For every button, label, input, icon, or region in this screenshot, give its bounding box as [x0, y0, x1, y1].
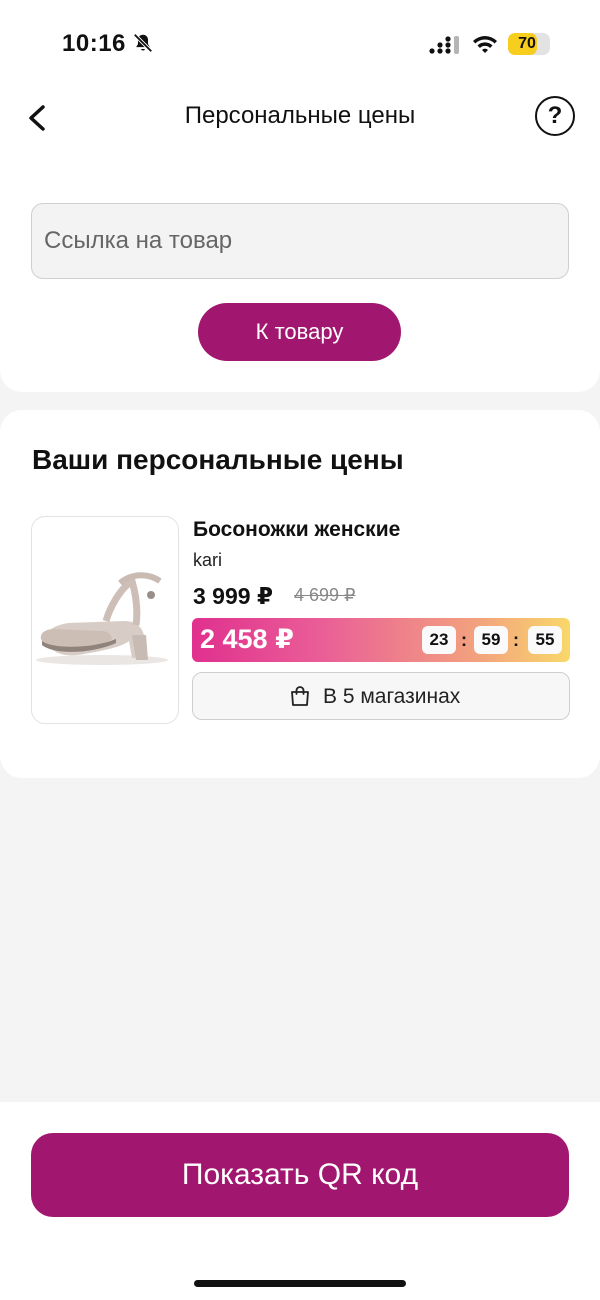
bell-off-icon	[133, 33, 153, 53]
timer-hours: 23	[422, 626, 456, 654]
timer-separator: :	[461, 630, 467, 650]
wifi-icon	[473, 36, 497, 53]
sandal-product-image	[36, 572, 168, 665]
section-title: Ваши персональные цены	[32, 444, 404, 475]
product-name[interactable]: Босоножки женские	[193, 518, 400, 542]
timer-seconds: 55	[528, 626, 562, 654]
product-link-input[interactable]	[31, 203, 569, 279]
personal-prices-card: Ваши персональные цены Босоножки женские…	[0, 410, 600, 778]
personal-price: 2 458 ₽	[200, 624, 294, 654]
current-price: 3 999 ₽	[193, 583, 273, 609]
go-to-product-button[interactable]: К товару	[198, 303, 401, 361]
show-qr-code-button[interactable]: Показать QR код	[31, 1133, 569, 1217]
page-title: Персональные цены	[184, 102, 416, 129]
product-brand: kari	[193, 550, 223, 570]
bottom-action-bar: Показать QR код	[0, 1102, 600, 1300]
personal-price-banner: 2 458 ₽ 23 : 59 : 55	[192, 618, 570, 662]
timer-separator: :	[513, 630, 519, 650]
stores-label: В 5 магазинах	[323, 685, 461, 708]
product-image[interactable]	[31, 516, 179, 724]
home-indicator	[194, 1280, 406, 1287]
help-icon[interactable]: ?	[535, 96, 575, 136]
signal-icon	[429, 36, 459, 54]
battery-percent: 70	[518, 35, 536, 52]
timer-minutes: 59	[474, 626, 508, 654]
status-bar: 10:16 70	[0, 0, 600, 90]
shopping-bag-icon	[291, 686, 309, 706]
status-time: 10:16	[62, 30, 126, 57]
product-link-card: К товару	[0, 150, 600, 392]
old-price: 4 699 ₽	[294, 585, 356, 605]
stores-availability-button[interactable]: В 5 магазинах	[192, 672, 570, 720]
navigation-bar: Персональные цены ?	[0, 90, 600, 150]
battery-icon: 70	[508, 33, 550, 55]
